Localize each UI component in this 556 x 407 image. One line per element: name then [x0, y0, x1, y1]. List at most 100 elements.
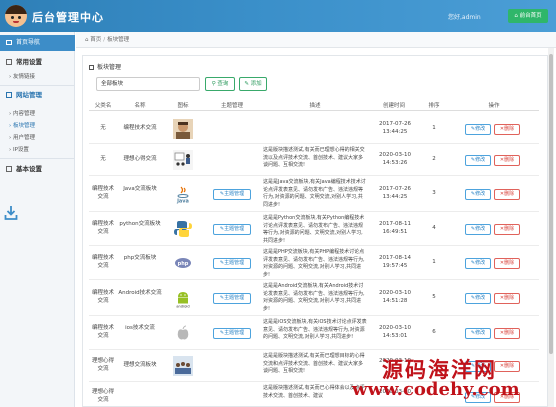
list-icon [6, 40, 12, 45]
sidebar-section-common[interactable]: 常用设置 [0, 56, 75, 69]
cell-description: 这是是Python交流板块,有关Python编程技术讨论点评发表意见、请勿发布广… [263, 215, 365, 244]
cell-date: 2017-07-26 [379, 186, 411, 192]
edit-label: 修改 [475, 157, 486, 163]
delete-button[interactable]: ✕删除 [494, 155, 520, 166]
cell-date: 2017-08-11 [379, 221, 411, 227]
topic-manage-button[interactable]: ✎主题管理 [213, 189, 251, 200]
breadcrumb-home[interactable]: 首页 [90, 37, 101, 43]
sidebar-item-boards[interactable]: › 板块管理 [0, 121, 75, 131]
download-icon[interactable] [4, 205, 18, 221]
php-icon: php [173, 253, 193, 273]
cell-name: 理想交流板块 [123, 362, 157, 368]
divider [0, 85, 75, 86]
cell-order: 2 [432, 156, 436, 162]
col-created: 创建时间 [382, 103, 405, 109]
edit-button[interactable]: ✎修改 [465, 293, 491, 304]
cell-name: Java交流板块 [123, 186, 157, 192]
delete-label: 删除 [504, 126, 515, 132]
cell-description: 这是是Java交流板块,有关Java编程技术技术讨论点评发表意见、请勿发布广告、… [263, 179, 366, 208]
scrollbar-thumb[interactable] [549, 54, 553, 354]
cell-time: 14:53:26 [382, 160, 408, 166]
sidebar-home-nav[interactable]: 首页导航 [0, 35, 75, 51]
cell-date: 2020-03-10 [379, 325, 411, 331]
edit-label: 修改 [475, 295, 486, 301]
front-home-button[interactable]: ⌂ 前台首页 [508, 9, 548, 23]
python-icon [173, 219, 193, 239]
cell-time: 13:44:25 [382, 129, 408, 135]
topic-manage-button[interactable]: ✎主题管理 [213, 258, 251, 269]
table-row: 无 编程技术交流 2017-07-26 13:44:25 1 ✎修改 ✕删除 [89, 114, 539, 144]
cell-order: 4 [432, 225, 436, 231]
edit-button[interactable]: ✎修改 [465, 328, 491, 339]
topic-manage-label: 主题管理 [224, 260, 245, 266]
cell-date: 2020-03-10 [379, 290, 411, 296]
delete-button[interactable]: ✕删除 [494, 189, 520, 200]
table-row: 编程技术交流 python交流板块 ✎主题管理 这是是Python交流板块,有关Pyt… [89, 212, 539, 246]
topic-manage-label: 主题管理 [224, 330, 245, 336]
sidebar-section-basic[interactable]: 基本设置 [0, 163, 75, 176]
delete-label: 删除 [504, 226, 515, 232]
search-button[interactable]: ⚲ 查询 [205, 77, 235, 91]
topic-manage-label: 主题管理 [224, 295, 245, 301]
cell-order: 5 [432, 294, 436, 300]
cell-time: 14:53:01 [382, 333, 408, 339]
topic-manage-button[interactable]: ✎主题管理 [213, 293, 251, 304]
cell-order: 1 [432, 259, 436, 265]
delete-button[interactable]: ✕删除 [494, 258, 520, 269]
edit-label: 修改 [475, 126, 486, 132]
svg-text:android: android [176, 305, 189, 309]
cell-description: 这是版块描述测试,有关而已理想心得的相关交流以及点评技术交流、首创技术、建议大家… [263, 147, 365, 168]
cell-parent: 无 [100, 156, 106, 162]
add-button[interactable]: ✎ 添加 [239, 77, 267, 91]
cell-name: 编程技术交流 [123, 125, 157, 131]
grid-icon [89, 65, 94, 70]
cell-order: 3 [432, 190, 436, 196]
cell-description: 这是是Android交流板块,有关Android技术讨论发表意见、请勿发布广告、… [263, 283, 365, 312]
site-watermark: 源码海洋网 www.codehy.com [352, 354, 552, 404]
breadcrumb-current: 板块管理 [107, 37, 130, 43]
col-manage: 主题管理 [220, 103, 243, 109]
person-avatar-icon [173, 119, 193, 139]
cell-name: Android技术交流 [118, 290, 162, 296]
divider [0, 158, 75, 159]
cell-parent: 无 [100, 125, 106, 131]
edit-button[interactable]: ✎修改 [465, 189, 491, 200]
edit-button[interactable]: ✎修改 [465, 258, 491, 269]
topic-manage-button[interactable]: ✎主题管理 [213, 328, 251, 339]
cell-parent: 编程技术交流 [91, 255, 114, 269]
cell-date: 2017-08-14 [379, 255, 411, 261]
sidebar-item-users[interactable]: › 用户管理 [0, 133, 75, 143]
cell-name: php交流板块 [123, 255, 157, 261]
cell-name: 理想心得交流 [123, 156, 157, 162]
java-icon: Java [173, 184, 193, 205]
sidebar-item-links[interactable]: › 友情链接 [0, 72, 75, 82]
classroom-icon [173, 150, 193, 170]
sidebar-item-ip[interactable]: › IP设置 [0, 145, 75, 155]
sidebar-item-content[interactable]: › 内容管理 [0, 109, 75, 119]
edit-label: 修改 [475, 191, 486, 197]
col-desc: 描述 [309, 103, 321, 109]
delete-label: 删除 [504, 191, 515, 197]
cell-description: 这是是iOS交流板块,有关iOS技术讨论点评发表意见、请勿发布广告、违法违规等行… [263, 319, 367, 340]
delete-button[interactable]: ✕删除 [494, 124, 520, 135]
delete-button[interactable]: ✕删除 [494, 293, 520, 304]
col-icon: 图标 [177, 103, 189, 109]
col-name: 名称 [134, 103, 146, 109]
delete-button[interactable]: ✕删除 [494, 224, 520, 235]
board-filter-select[interactable]: 全部板块 [96, 77, 200, 91]
edit-label: 修改 [475, 260, 486, 266]
col-parent: 父类名 [94, 103, 112, 109]
topic-manage-button[interactable]: ✎主题管理 [213, 224, 251, 235]
table-row: 无 理想心得交流 这是版块描述测试,有关而已理想心得的相关交流以及点评技术交流、首创… [89, 144, 539, 176]
delete-button[interactable]: ✕删除 [494, 328, 520, 339]
edit-button[interactable]: ✎修改 [465, 155, 491, 166]
edit-button[interactable]: ✎修改 [465, 124, 491, 135]
cell-order: 1 [432, 125, 436, 131]
col-order: 排序 [428, 103, 440, 109]
sidebar-section-site[interactable]: 网站管理 [0, 89, 75, 102]
cell-parent: 理想心得交流 [91, 358, 114, 372]
cell-parent: 编程技术交流 [91, 221, 114, 235]
gear-icon [6, 166, 12, 172]
delete-label: 删除 [504, 330, 515, 336]
edit-button[interactable]: ✎修改 [465, 224, 491, 235]
